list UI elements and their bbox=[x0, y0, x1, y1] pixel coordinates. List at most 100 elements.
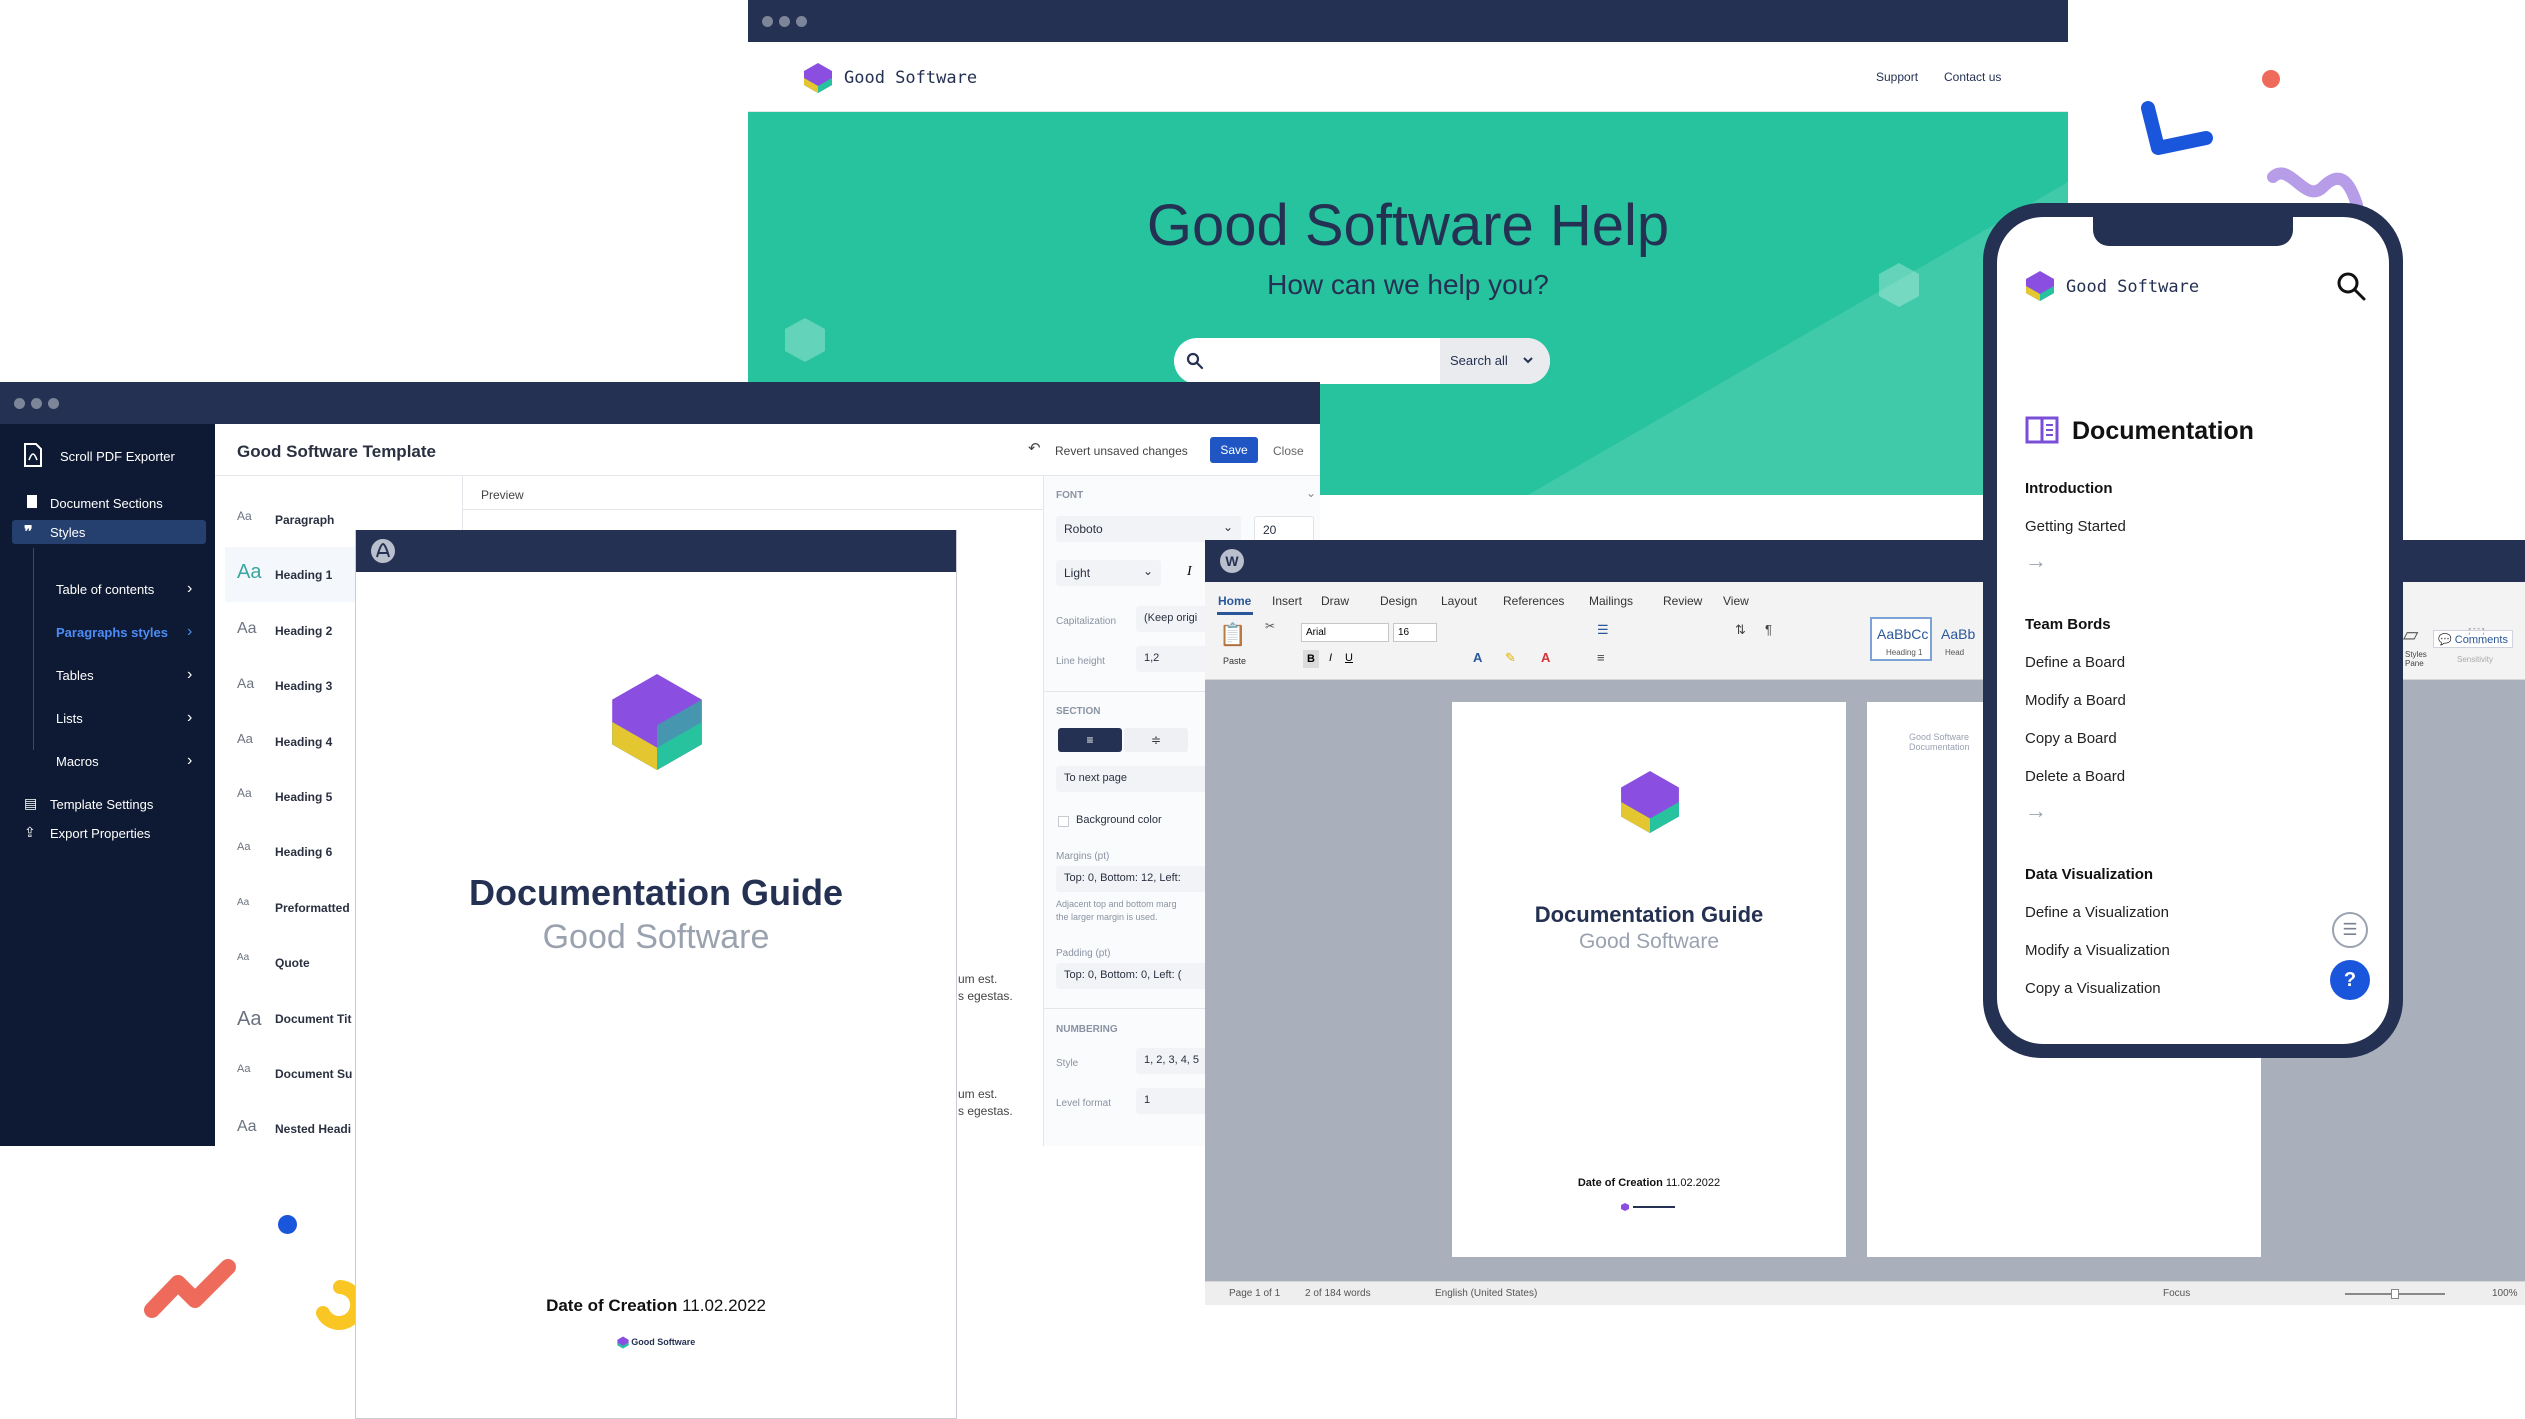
logo-icon bbox=[617, 1336, 629, 1349]
margins-label: Margins (pt) bbox=[1056, 851, 1110, 862]
ribbon-tab-review[interactable]: Review bbox=[1663, 594, 1702, 608]
ribbon-tab-references[interactable]: References bbox=[1503, 594, 1564, 608]
pdf-date-label: Date of Creation bbox=[546, 1296, 678, 1315]
search-scope-dropdown[interactable]: Search all bbox=[1440, 338, 1550, 384]
background-checkbox[interactable] bbox=[1058, 816, 1069, 827]
font-family-select[interactable]: Roboto ⌄ bbox=[1056, 516, 1241, 542]
sidebar-item-macros[interactable]: Macros › bbox=[0, 752, 215, 788]
italic-icon[interactable]: I bbox=[1187, 564, 1192, 580]
text-color-icon[interactable]: A bbox=[1541, 650, 1550, 665]
undo-icon: ↶ bbox=[1028, 440, 1041, 457]
arrow-right-icon[interactable]: → bbox=[2025, 548, 2047, 574]
ribbon-tab-draw[interactable]: Draw bbox=[1321, 594, 1349, 608]
book-icon bbox=[2025, 416, 2059, 444]
styles-pane-icon[interactable]: ▱ bbox=[2403, 622, 2418, 647]
style-name: Heading 4 bbox=[275, 734, 333, 749]
logo-icon[interactable] bbox=[803, 62, 833, 94]
ribbon-tab-view[interactable]: View bbox=[1723, 594, 1749, 608]
margins-hint-2: the larger margin is used. bbox=[1056, 912, 1158, 922]
phone-nav-link[interactable]: Modify a Visualization bbox=[2025, 942, 2170, 959]
nav-contact-link[interactable]: Contact us bbox=[1944, 70, 2001, 84]
phone-section-heading: Data Visualization bbox=[2025, 866, 2154, 883]
ribbon-tab-design[interactable]: Design bbox=[1380, 594, 1417, 608]
style-name: Nested Headi bbox=[275, 1122, 352, 1137]
phone-logo-text[interactable]: Good Software bbox=[2066, 277, 2199, 297]
sidebar-item-document-sections[interactable]: Document Sections bbox=[0, 491, 215, 515]
sidebar-item-tables[interactable]: Tables › bbox=[0, 666, 215, 702]
phone-nav-link[interactable]: Copy a Visualization bbox=[2025, 980, 2161, 997]
svg-text:W: W bbox=[1225, 553, 1239, 569]
italic-button[interactable]: I bbox=[1329, 652, 1332, 664]
style-aa-sample: Aa bbox=[237, 896, 250, 908]
style-aa-sample: Aa bbox=[237, 1118, 257, 1136]
style-name: Heading 6 bbox=[275, 845, 333, 860]
cut-icon[interactable]: ✂ bbox=[1265, 619, 1275, 633]
pdf-date-value: 11.02.2022 bbox=[682, 1296, 766, 1315]
line-height-label: Line height bbox=[1056, 656, 1105, 667]
ribbon-tab-mailings[interactable]: Mailings bbox=[1589, 594, 1633, 608]
chevron-right-icon: › bbox=[187, 580, 193, 597]
ribbon-tab-home[interactable]: Home bbox=[1218, 594, 1251, 608]
style-heading2[interactable]: AaBb Head bbox=[1935, 617, 1985, 661]
bullets-icon[interactable]: ☰ bbox=[1597, 622, 1609, 638]
search-icon[interactable] bbox=[1186, 352, 1204, 370]
menu-button[interactable]: ☰ bbox=[2332, 912, 2368, 948]
editor-sidebar: Scroll PDF Exporter Document Sections ❞ … bbox=[0, 424, 215, 1146]
style-aa-sample: Aa bbox=[237, 675, 255, 692]
sort-icon[interactable]: ⇅ bbox=[1735, 622, 1746, 638]
bold-button[interactable]: B bbox=[1303, 650, 1319, 668]
font-size-select[interactable]: 16 bbox=[1393, 623, 1437, 642]
sidebar-item-paragraph-styles[interactable]: Paragraphs styles › bbox=[0, 623, 215, 659]
status-language: English (United States) bbox=[1435, 1288, 1538, 1299]
save-button[interactable]: Save bbox=[1210, 437, 1258, 463]
close-button[interactable]: Close bbox=[1273, 444, 1304, 458]
help-button[interactable]: ? bbox=[2330, 960, 2370, 1000]
nav-support-link[interactable]: Support bbox=[1876, 70, 1918, 84]
arrow-right-icon[interactable]: → bbox=[2025, 798, 2047, 824]
zoom-slider-thumb[interactable] bbox=[2391, 1289, 2399, 1299]
style-name: Heading 5 bbox=[275, 790, 333, 804]
search-scope-label: Search all bbox=[1450, 353, 1508, 368]
style-heading1[interactable]: AaBbCc Heading 1 bbox=[1870, 617, 1932, 661]
search-icon[interactable] bbox=[2335, 270, 2367, 302]
align-left-button[interactable]: ≡ bbox=[1058, 728, 1122, 752]
revert-button[interactable]: Revert unsaved changes bbox=[1055, 444, 1188, 458]
font-weight-select[interactable]: Light ⌄ bbox=[1056, 560, 1161, 586]
font-name-select[interactable]: Arial bbox=[1301, 623, 1389, 642]
pilcrow-icon[interactable]: ¶ bbox=[1765, 622, 1772, 637]
sensitivity-icon[interactable]: ⬚ bbox=[2467, 622, 2486, 647]
sidebar-item-label: Document Sections bbox=[50, 496, 163, 511]
sidebar-item-label: Table of contents bbox=[56, 582, 155, 597]
background-color-label: Background color bbox=[1076, 814, 1162, 826]
zoom-slider[interactable] bbox=[2345, 1289, 2445, 1299]
ribbon-tab-layout[interactable]: Layout bbox=[1441, 594, 1477, 608]
sidebar-item-table-of-contents[interactable]: Table of contents › bbox=[0, 580, 215, 616]
paste-icon[interactable]: 📋 bbox=[1219, 622, 1246, 648]
sidebar-item-lists[interactable]: Lists › bbox=[0, 709, 215, 745]
document-logo-icon bbox=[1621, 771, 1679, 833]
phone-nav-link[interactable]: Copy a Board bbox=[2025, 730, 2117, 747]
font-size-input[interactable]: 20 bbox=[1254, 516, 1314, 542]
help-site-logo-text[interactable]: Good Software bbox=[844, 68, 977, 88]
ribbon-tab-insert[interactable]: Insert bbox=[1272, 594, 1302, 608]
level-format-value: 1 bbox=[1144, 1094, 1151, 1106]
phone-nav-link[interactable]: Define a Board bbox=[2025, 654, 2125, 671]
highlight-icon[interactable]: ✎ bbox=[1505, 650, 1516, 666]
align-center-button[interactable]: ≑ bbox=[1124, 728, 1188, 752]
phone-nav-link[interactable]: Modify a Board bbox=[2025, 692, 2126, 709]
search-input[interactable] bbox=[1212, 338, 1402, 384]
sidebar-item-export-properties[interactable]: ⇪ Export Properties bbox=[0, 824, 215, 860]
style-name: Heading 2 bbox=[275, 623, 333, 638]
align-left-icon[interactable]: ≡ bbox=[1597, 650, 1605, 665]
sidebar-item-styles[interactable]: ❞ Styles bbox=[12, 520, 206, 544]
preview-snippet: um est. bbox=[958, 1087, 998, 1101]
phone-nav-link[interactable]: Getting Started bbox=[2025, 518, 2126, 535]
underline-button[interactable]: U bbox=[1345, 652, 1353, 664]
phone-nav-link[interactable]: Delete a Board bbox=[2025, 768, 2125, 785]
logo-icon[interactable] bbox=[2025, 270, 2055, 302]
phone-nav-link[interactable]: Define a Visualization bbox=[2025, 904, 2169, 921]
font-color-icon[interactable]: A bbox=[1473, 650, 1482, 665]
status-focus[interactable]: Focus bbox=[2163, 1288, 2190, 1299]
status-words: 2 of 184 words bbox=[1305, 1288, 1371, 1299]
hero-hexagon-left bbox=[785, 318, 825, 362]
